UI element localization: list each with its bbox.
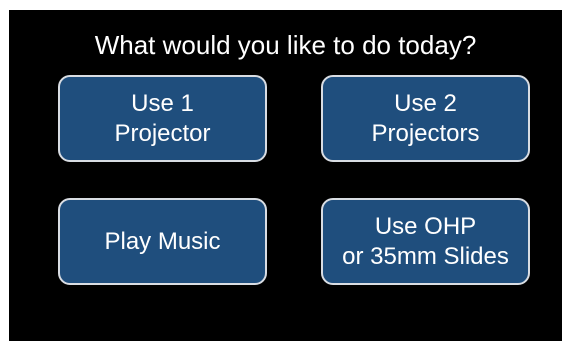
prompt-heading: What would you like to do today? <box>94 30 477 60</box>
button-label-line-2: or 35mm Slides <box>342 242 509 270</box>
button-label-line-1: Use OHP <box>374 212 477 240</box>
touch-panel-screen: What would you like to do today? Use 1 P… <box>9 10 562 341</box>
use-1-projector-button[interactable]: Use 1 Projector <box>58 75 267 162</box>
play-music-button[interactable]: Play Music <box>58 198 267 285</box>
use-ohp-slides-button[interactable]: Use OHP or 35mm Slides <box>321 198 530 285</box>
button-label-line-1: Use 2 <box>394 89 457 117</box>
button-label-line-2: Projector <box>114 119 211 147</box>
use-2-projectors-button[interactable]: Use 2 Projectors <box>321 75 530 162</box>
button-label-line-2: Projectors <box>371 119 480 147</box>
button-label-line-1: Use 1 <box>131 89 194 117</box>
button-label-line-1: Play Music <box>104 227 221 255</box>
